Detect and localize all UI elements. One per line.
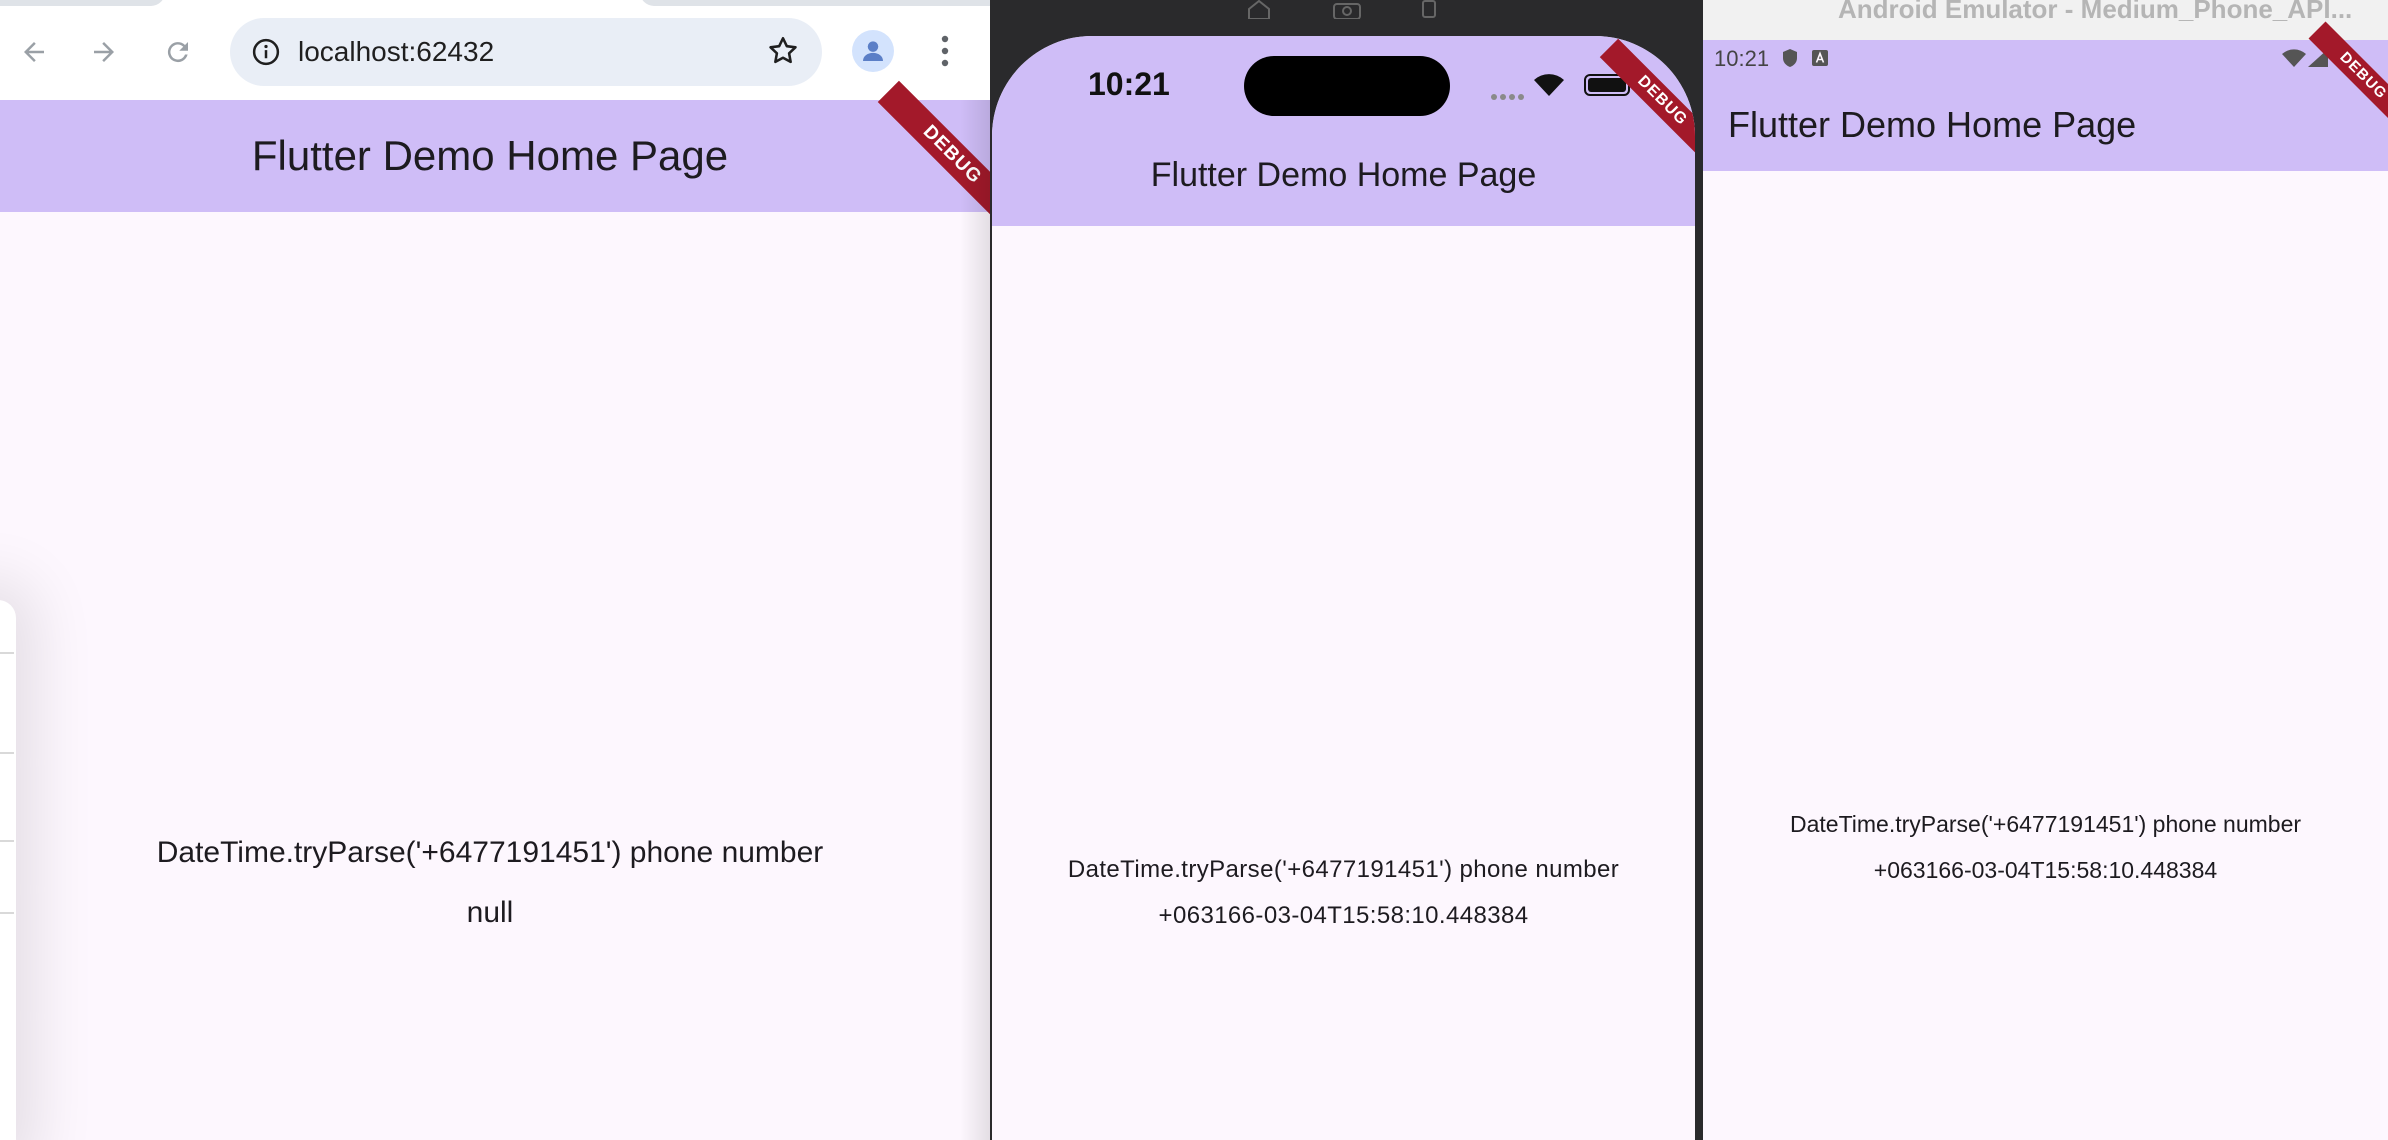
app-bar-title: Flutter Demo Home Page: [251, 132, 729, 179]
shield-icon: [1780, 48, 1800, 68]
window-edge-shadow: [960, 100, 990, 1140]
android-screen: [1703, 40, 2388, 1140]
forward-button[interactable]: [76, 24, 132, 80]
url-text: localhost:62432: [298, 36, 495, 67]
overlay-panel-edge: [0, 600, 16, 1140]
parse-result: null: [466, 896, 514, 929]
bookmark-star-icon[interactable]: [766, 34, 800, 73]
keyboard-a-icon: [1810, 48, 1830, 68]
address-bar[interactable]: localhost:62432: [230, 18, 822, 86]
tab-strip-edge: [640, 0, 990, 6]
wifi-icon: [1532, 70, 1566, 103]
parse-label: DateTime.tryParse('+6477191451') phone n…: [156, 836, 824, 869]
back-arrow-icon: [24, 42, 44, 62]
app-bar-title: Flutter Demo Home Page: [1728, 104, 2137, 145]
status-time: 10:21: [1088, 66, 1170, 102]
site-info-icon[interactable]: [248, 34, 284, 70]
iphone-screen: 10:21 Flutter Demo Home Page DEBUG DateT…: [992, 36, 1695, 1140]
page-background: [0, 100, 990, 1140]
forward-arrow-icon: [94, 42, 114, 62]
tab-strip-edge: [0, 0, 165, 6]
divider: [0, 752, 14, 754]
cellular-signal-icon: [1490, 88, 1526, 106]
app-bar-title: Flutter Demo Home Page: [1150, 156, 1537, 194]
ios-simulator-window: 10:21 Flutter Demo Home Page DEBUG DateT…: [990, 0, 1698, 1140]
parse-label: DateTime.tryParse('+6477191451') phone n…: [1067, 856, 1620, 883]
profile-avatar-icon[interactable]: [852, 30, 894, 72]
screenshot-icon[interactable]: [1332, 0, 1362, 20]
reload-button[interactable]: [150, 24, 206, 80]
status-time: 10:21: [1714, 46, 1770, 71]
wifi-icon: [2280, 48, 2308, 68]
chrome-browser-window: localhost:62432 Flutter Demo Home Page D…: [0, 0, 990, 1140]
divider: [0, 652, 14, 654]
parse-label: DateTime.tryParse('+6477191451') phone n…: [1789, 811, 2302, 837]
android-emulator-window: Android Emulator - Medium_Phone_API... 1…: [1698, 0, 2388, 1140]
parse-result: +063166-03-04T15:58:10.448384: [1158, 902, 1529, 929]
reload-icon: [167, 42, 188, 63]
home-icon[interactable]: [1244, 0, 1274, 20]
parse-result: +063166-03-04T15:58:10.448384: [1873, 857, 2218, 883]
emulator-window-title: Android Emulator - Medium_Phone_API...: [1838, 0, 2353, 24]
rotate-icon[interactable]: [1414, 0, 1444, 20]
more-menu-icon[interactable]: [928, 30, 962, 72]
back-button[interactable]: [6, 24, 62, 80]
dynamic-island: [1244, 56, 1450, 116]
